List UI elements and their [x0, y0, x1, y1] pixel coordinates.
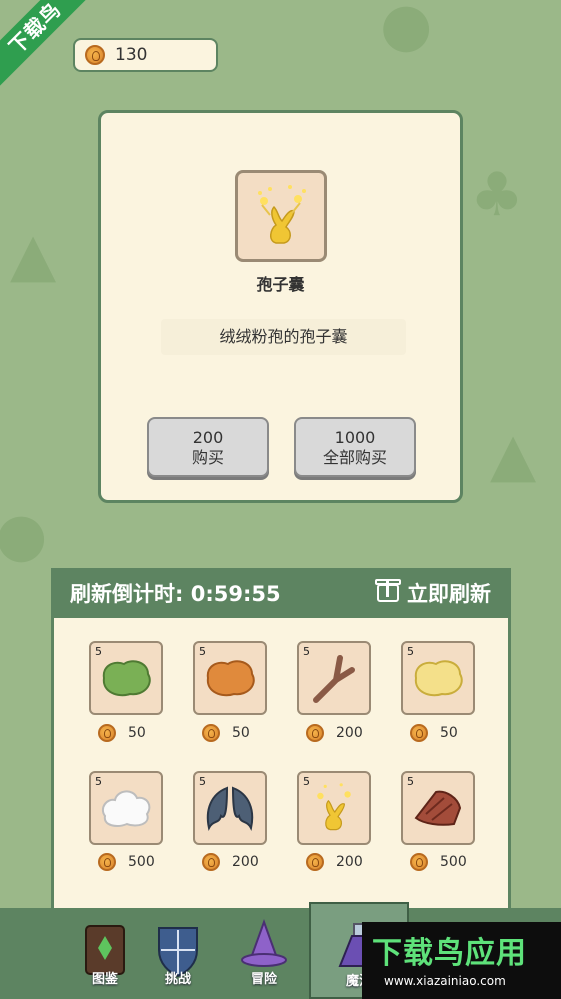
- coin-icon: [202, 853, 220, 871]
- coin-icon: [202, 724, 220, 742]
- item-preview: [235, 170, 327, 262]
- price-value: 500: [440, 854, 467, 870]
- coin-icon: [85, 45, 105, 65]
- tab-label: 冒险: [250, 972, 277, 987]
- shop-item-cloud-fluff[interactable]: 5: [89, 771, 163, 845]
- background-decoration: ●: [380, 0, 433, 60]
- gift-icon: [375, 579, 401, 602]
- currency-amount: 130: [115, 45, 148, 65]
- item-price: 50: [98, 724, 146, 742]
- bat-wings-icon: [206, 786, 254, 831]
- refresh-now-label: 立即刷新: [407, 582, 491, 606]
- watermark-url: www.xiazainiao.com: [384, 974, 506, 988]
- price-value: 500: [128, 854, 155, 870]
- cloud-fluff-icon: [101, 790, 151, 827]
- buy-price: 200: [192, 428, 224, 447]
- tab-adventure[interactable]: 冒险: [214, 908, 314, 999]
- yellow-slime-icon: [414, 660, 463, 697]
- item-price: 500: [410, 853, 467, 871]
- item-price: 50: [202, 724, 250, 742]
- shop-item-yellow-slime[interactable]: 5: [401, 641, 475, 715]
- item-name: 孢子囊: [256, 275, 305, 294]
- currency-display: 130: [73, 38, 218, 72]
- spore-sac-icon: [258, 185, 306, 244]
- coin-icon: [410, 853, 428, 871]
- buy-label: 购买: [191, 448, 224, 467]
- price-value: 50: [232, 725, 250, 741]
- refresh-countdown: 刷新倒计时: 0:59:55: [70, 582, 281, 606]
- shop-item-spore-sac[interactable]: 5: [297, 771, 371, 845]
- price-value: 50: [128, 725, 146, 741]
- coin-icon: [410, 724, 428, 742]
- shop-header: 刷新倒计时: 0:59:55 立即刷新: [51, 568, 511, 618]
- tab-challenge[interactable]: 挑战: [128, 908, 228, 999]
- branch-icon: [313, 655, 355, 703]
- buy-button[interactable]: 200 购买: [147, 417, 269, 477]
- orange-slime-icon: [206, 660, 255, 697]
- spore-sac-icon: [317, 783, 351, 831]
- price-value: 200: [232, 854, 259, 870]
- shop-item-bat-wings[interactable]: 5: [193, 771, 267, 845]
- item-price: 200: [202, 853, 259, 871]
- refresh-now-button[interactable]: 立即刷新: [375, 568, 491, 618]
- shop-item-orange-slime[interactable]: 5: [193, 641, 267, 715]
- buy-all-price: 1000: [334, 428, 376, 447]
- shop-item-branch[interactable]: 5: [297, 641, 371, 715]
- background-decoration: ▲: [10, 220, 57, 290]
- background-decoration: ▲: [490, 420, 537, 490]
- tab-label: 挑战: [164, 972, 191, 987]
- coin-icon: [98, 853, 116, 871]
- shop-item-meat[interactable]: 5: [401, 771, 475, 845]
- buy-all-label: 全部购买: [322, 448, 387, 467]
- background-decoration: ●: [0, 500, 48, 570]
- coin-icon: [306, 853, 324, 871]
- meat-icon: [414, 790, 462, 826]
- price-value: 200: [336, 725, 363, 741]
- item-detail-dialog: 孢子囊 绒绒粉孢的孢子囊 200 购买 1000 全部购买: [98, 110, 463, 503]
- watermark-banner: 下载鸟应用 www.xiazainiao.com: [362, 922, 561, 999]
- watermark-title: 下载鸟应用: [372, 936, 527, 971]
- coin-icon: [98, 724, 116, 742]
- shop-grid: 5 5 5 5 50 50 200 50 5 5 5 5 500 200 200…: [51, 618, 511, 918]
- buy-all-button[interactable]: 1000 全部购买: [294, 417, 416, 477]
- item-price: 200: [306, 724, 363, 742]
- item-price: 500: [98, 853, 155, 871]
- coin-icon: [306, 724, 324, 742]
- wizard-hat-icon: [241, 919, 287, 967]
- background-decoration: ♣: [470, 160, 524, 230]
- item-price: 50: [410, 724, 458, 742]
- item-price: 200: [306, 853, 363, 871]
- price-value: 50: [440, 725, 458, 741]
- item-description: 绒绒粉孢的孢子囊: [161, 319, 406, 355]
- price-value: 200: [336, 854, 363, 870]
- green-slime-icon: [102, 660, 151, 697]
- shop-item-green-slime[interactable]: 5: [89, 641, 163, 715]
